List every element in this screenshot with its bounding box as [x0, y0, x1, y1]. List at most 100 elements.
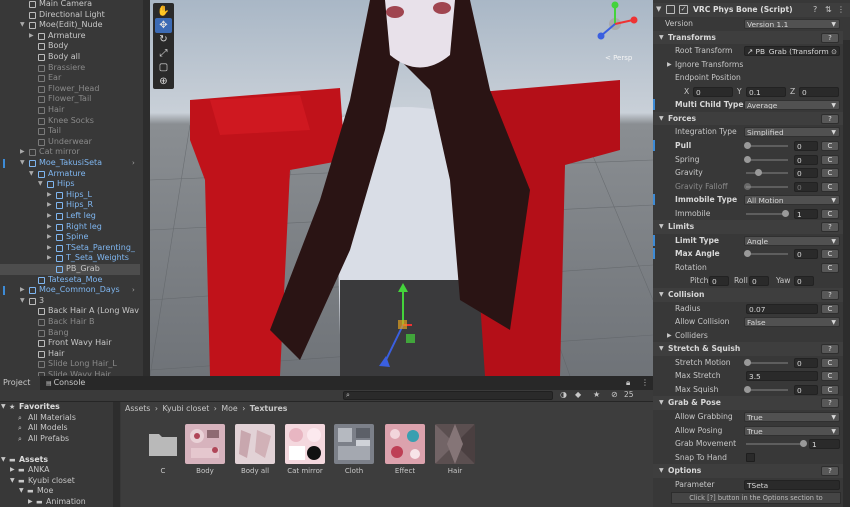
folder-tree-item[interactable]: ⌕ All Materials: [0, 413, 112, 424]
hierarchy-item[interactable]: Flower_Head: [0, 84, 140, 95]
slider-track[interactable]: [746, 158, 788, 161]
stretch-motion-value[interactable]: 0: [794, 357, 818, 368]
hierarchy-item[interactable]: Ear: [0, 73, 140, 84]
hierarchy-item[interactable]: ▶ Cat mirror: [0, 147, 140, 158]
collapse-arrow-icon[interactable]: ▶: [47, 222, 52, 233]
max-squish-value[interactable]: 0: [794, 384, 818, 395]
slider-track[interactable]: [746, 144, 788, 147]
hierarchy-item[interactable]: Back Hair B: [0, 317, 140, 328]
allow-collision-dropdown[interactable]: False ▼: [744, 317, 840, 328]
hierarchy-item[interactable]: ▶ Armature: [0, 31, 140, 42]
hierarchy-item[interactable]: ▶ Hips_L: [0, 190, 140, 201]
more-menu-icon[interactable]: ⋮: [837, 3, 845, 17]
move-tool-icon[interactable]: ✥: [155, 18, 172, 33]
hierarchy-item[interactable]: Tail: [0, 126, 140, 137]
expand-arrow-icon[interactable]: ▼: [20, 158, 25, 169]
curve-button[interactable]: C: [821, 208, 839, 219]
folder-tree-item[interactable]: ⌕ All Prefabs: [0, 434, 112, 445]
help-button[interactable]: ?: [821, 113, 839, 124]
multi-child-dropdown[interactable]: Average ▼: [744, 100, 840, 111]
project-search-input[interactable]: ⌕: [343, 391, 553, 400]
rotation-yaw-field[interactable]: 0: [794, 276, 814, 287]
max-angle-value[interactable]: 0: [794, 249, 818, 260]
folder-tree-item[interactable]: ▼ ▬ Kyubi closet: [0, 476, 112, 487]
hierarchy-item[interactable]: ▶ TSeta_Parenting_: [0, 243, 140, 254]
folder-tree-item[interactable]: ▶ ▬ Animation: [0, 497, 112, 507]
foldout-arrow-icon[interactable]: ▼: [659, 220, 664, 234]
expand-arrow-icon[interactable]: ▼: [38, 179, 43, 190]
curve-button[interactable]: C: [821, 140, 839, 151]
foldout-arrow-icon[interactable]: ▼: [659, 112, 664, 126]
curve-button[interactable]: C: [821, 181, 839, 192]
collapse-arrow-icon[interactable]: ▶: [667, 58, 672, 72]
help-button[interactable]: ?: [821, 32, 839, 43]
expand-arrow-icon[interactable]: ▼: [10, 476, 15, 487]
immobile-value[interactable]: 1: [794, 208, 818, 219]
endpoint-x-field[interactable]: 0: [693, 86, 733, 97]
slider-track[interactable]: [746, 172, 788, 175]
slider-track[interactable]: [746, 388, 788, 391]
hierarchy-item[interactable]: Knee Socks: [0, 116, 140, 127]
hierarchy-item[interactable]: ▶ Left leg: [0, 211, 140, 222]
curve-button[interactable]: C: [821, 357, 839, 368]
chevron-right-icon[interactable]: ›: [132, 285, 135, 296]
collapse-arrow-icon[interactable]: ▶: [667, 329, 672, 343]
collapse-arrow-icon[interactable]: ▶: [47, 243, 52, 254]
max-stretch-field[interactable]: 3.5: [746, 371, 818, 382]
slider-knob[interactable]: [800, 440, 807, 448]
radius-field[interactable]: 0.07: [746, 303, 818, 314]
folder-tree-item[interactable]: ▼ ▬ Assets: [0, 455, 112, 466]
hierarchy-item[interactable]: Underwear: [0, 137, 140, 148]
expand-arrow-icon[interactable]: ▼: [29, 169, 34, 180]
spring-value[interactable]: 0: [794, 154, 818, 165]
snap-to-hand-checkbox[interactable]: [746, 452, 755, 462]
curve-button[interactable]: C: [821, 154, 839, 165]
collapse-arrow-icon[interactable]: ▶: [20, 285, 25, 296]
foldout-arrow-icon[interactable]: ▼: [656, 3, 661, 17]
collapse-arrow-icon[interactable]: ▶: [47, 211, 52, 222]
slider-knob[interactable]: [744, 358, 751, 366]
foldout-arrow-icon[interactable]: ▼: [659, 31, 664, 45]
breadcrumb-textures[interactable]: Textures: [250, 404, 288, 413]
hierarchy-item[interactable]: Hair: [0, 349, 140, 360]
breadcrumb-kyubi-closet[interactable]: Kyubi closet: [162, 404, 209, 413]
foldout-arrow-icon[interactable]: ▼: [659, 396, 664, 410]
hierarchy-item[interactable]: Body all: [0, 52, 140, 63]
chevron-right-icon[interactable]: ›: [132, 158, 135, 169]
slider-knob[interactable]: [744, 141, 751, 149]
hierarchy-item[interactable]: Main Camera: [0, 0, 140, 10]
immobile-type-dropdown[interactable]: All Motion ▼: [744, 195, 840, 206]
folder-tree-item[interactable]: ▼ ★ Favorites: [0, 402, 112, 413]
preset-icon[interactable]: ⇅: [825, 3, 832, 17]
slider-track[interactable]: [746, 443, 804, 446]
collapse-arrow-icon[interactable]: ▶: [47, 200, 52, 211]
grab-movement-value[interactable]: 1: [809, 439, 840, 450]
slider-track[interactable]: [746, 185, 788, 188]
foldout-arrow-icon[interactable]: ▼: [659, 288, 664, 302]
transform-tool-icon[interactable]: ⊕: [155, 74, 172, 89]
curve-button[interactable]: C: [821, 303, 839, 314]
hand-tool-icon[interactable]: ✋: [155, 4, 172, 19]
slider-knob[interactable]: [744, 182, 751, 190]
pull-value[interactable]: 0: [794, 140, 818, 151]
help-button[interactable]: ?: [821, 222, 839, 233]
hierarchy-item[interactable]: Front Wavy Hair: [0, 338, 140, 349]
folder-tree-item[interactable]: ▼ ▬ Moe: [0, 486, 112, 497]
endpoint-y-field[interactable]: 0.1: [746, 86, 786, 97]
hierarchy-item[interactable]: Flower_Tail: [0, 94, 140, 105]
hierarchy-item[interactable]: Directional Light: [0, 10, 140, 21]
slider-knob[interactable]: [744, 385, 751, 393]
allow-posing-dropdown[interactable]: True ▼: [744, 425, 840, 436]
hierarchy-item[interactable]: Slide Long Hair_L: [0, 359, 140, 370]
hierarchy-item[interactable]: Hair: [0, 105, 140, 116]
more-menu-icon[interactable]: ⋮: [641, 376, 649, 390]
hierarchy-item[interactable]: Tateseta_Moe: [0, 275, 140, 286]
hierarchy-item[interactable]: Brassiere: [0, 63, 140, 74]
curve-button[interactable]: C: [821, 384, 839, 395]
hierarchy-item[interactable]: ▼ Hips: [0, 179, 140, 190]
tab-project[interactable]: Project: [0, 376, 40, 390]
lock-icon[interactable]: 🔒︎: [626, 376, 630, 390]
hierarchy-item[interactable]: ▶ T_Seta_Weights: [0, 253, 140, 264]
collapse-arrow-icon[interactable]: ▶: [20, 147, 25, 158]
gravity-value[interactable]: 0: [794, 168, 818, 179]
